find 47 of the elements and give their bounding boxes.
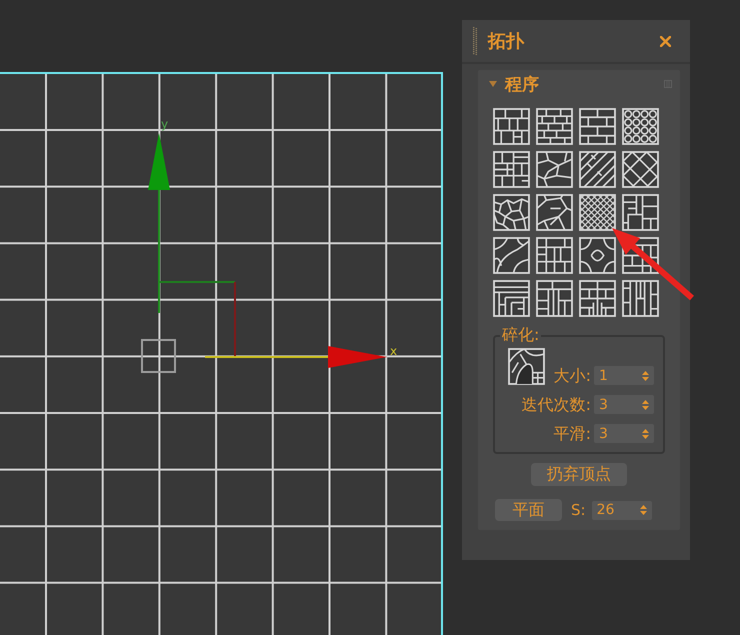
panel-title: 拓扑 [488,30,524,53]
stone-pattern-icon[interactable] [536,194,573,231]
stone-pattern-icon[interactable] [536,151,573,188]
bar-pattern-icon[interactable] [536,280,573,317]
close-icon[interactable] [660,36,671,46]
grip-icon[interactable] [473,27,477,55]
block-pattern-icon[interactable] [493,151,530,188]
spinner-arrows-icon[interactable] [642,428,649,440]
spinner-arrows-icon[interactable] [640,504,647,516]
plane-button[interactable]: 平面 [495,499,562,521]
discard-vertices-button[interactable]: 扔弃顶点 [531,463,627,486]
block-pattern-icon[interactable] [493,108,530,145]
rollout-title[interactable]: 程序 [505,72,539,96]
x-axis-label: x [390,344,398,358]
x-axis-arrow[interactable] [205,346,387,368]
brick-pattern-icon[interactable] [579,108,616,145]
number-field[interactable]: 3 [594,424,654,443]
field-label: S: [571,501,586,519]
lattice-pattern-icon[interactable] [579,194,616,231]
bar-pattern-icon[interactable] [493,280,530,317]
brick-pattern-icon[interactable] [536,108,573,145]
plane-handle[interactable] [159,281,236,356]
stripe-pattern-icon[interactable] [579,151,616,188]
y-axis-label: y [161,117,168,131]
stone-pattern-icon[interactable] [493,194,530,231]
group-label: 碎化: [501,325,540,346]
field-label: 迭代次数: [522,395,591,414]
bar-pattern-icon[interactable] [622,280,659,317]
spinner-arrows-icon[interactable] [642,370,649,382]
circle-pattern-icon[interactable] [622,108,659,145]
block-pattern-icon[interactable] [536,237,573,274]
pivot-box[interactable] [141,339,176,373]
collapse-triangle-icon[interactable] [489,80,497,88]
diamond-pattern-icon[interactable] [622,151,659,188]
spinner-arrows-icon[interactable] [642,398,649,410]
number-field[interactable]: 26 [592,500,652,520]
field-label: 大小: [554,366,591,385]
number-field[interactable]: 3 [594,395,654,414]
viewport[interactable]: y x [0,72,443,635]
y-axis-arrow[interactable] [148,133,170,313]
field-label: 平滑: [554,424,591,443]
fragment-preview-icon [508,348,545,385]
block-pattern-icon[interactable] [622,194,659,231]
number-field[interactable]: 1 [594,366,654,385]
curve-pattern-icon[interactable] [579,237,616,274]
curve-pattern-icon[interactable] [493,237,530,274]
bar-pattern-icon[interactable] [579,280,616,317]
